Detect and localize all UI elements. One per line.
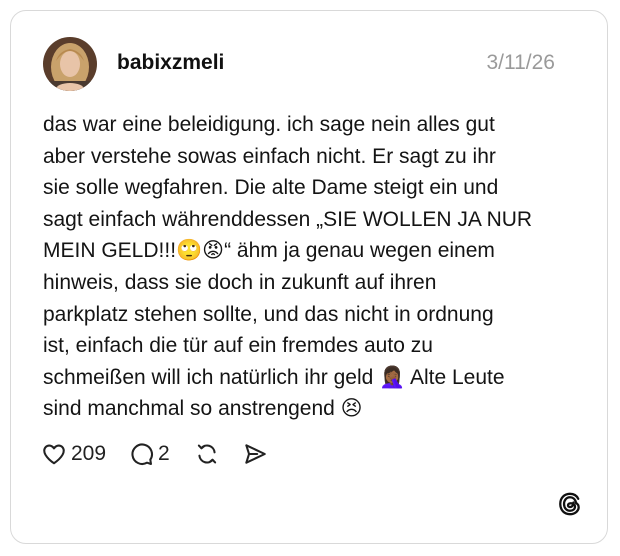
threads-logo-icon — [557, 491, 583, 517]
like-count: 209 — [71, 442, 107, 465]
action-bar: 209 2 — [41, 439, 268, 469]
post-card: babixzmeli 3/11/26 das war eine beleidig… — [10, 10, 608, 544]
repost-icon — [197, 444, 216, 464]
post-text: das war eine beleidigung. ich sage nein … — [43, 113, 533, 421]
repost-button[interactable] — [194, 441, 220, 467]
send-icon — [245, 444, 266, 464]
like-button[interactable]: 209 — [41, 441, 106, 467]
reply-button[interactable]: 2 — [128, 441, 170, 467]
heart-icon — [43, 444, 65, 465]
comment-bubble-icon — [131, 443, 154, 465]
reply-count: 2 — [158, 442, 170, 465]
avatar[interactable] — [43, 37, 97, 91]
share-button[interactable] — [242, 441, 268, 467]
avatar-image — [43, 37, 97, 91]
username[interactable]: babixzmeli — [117, 51, 224, 75]
post-date: 3/11/26 — [486, 51, 555, 74]
